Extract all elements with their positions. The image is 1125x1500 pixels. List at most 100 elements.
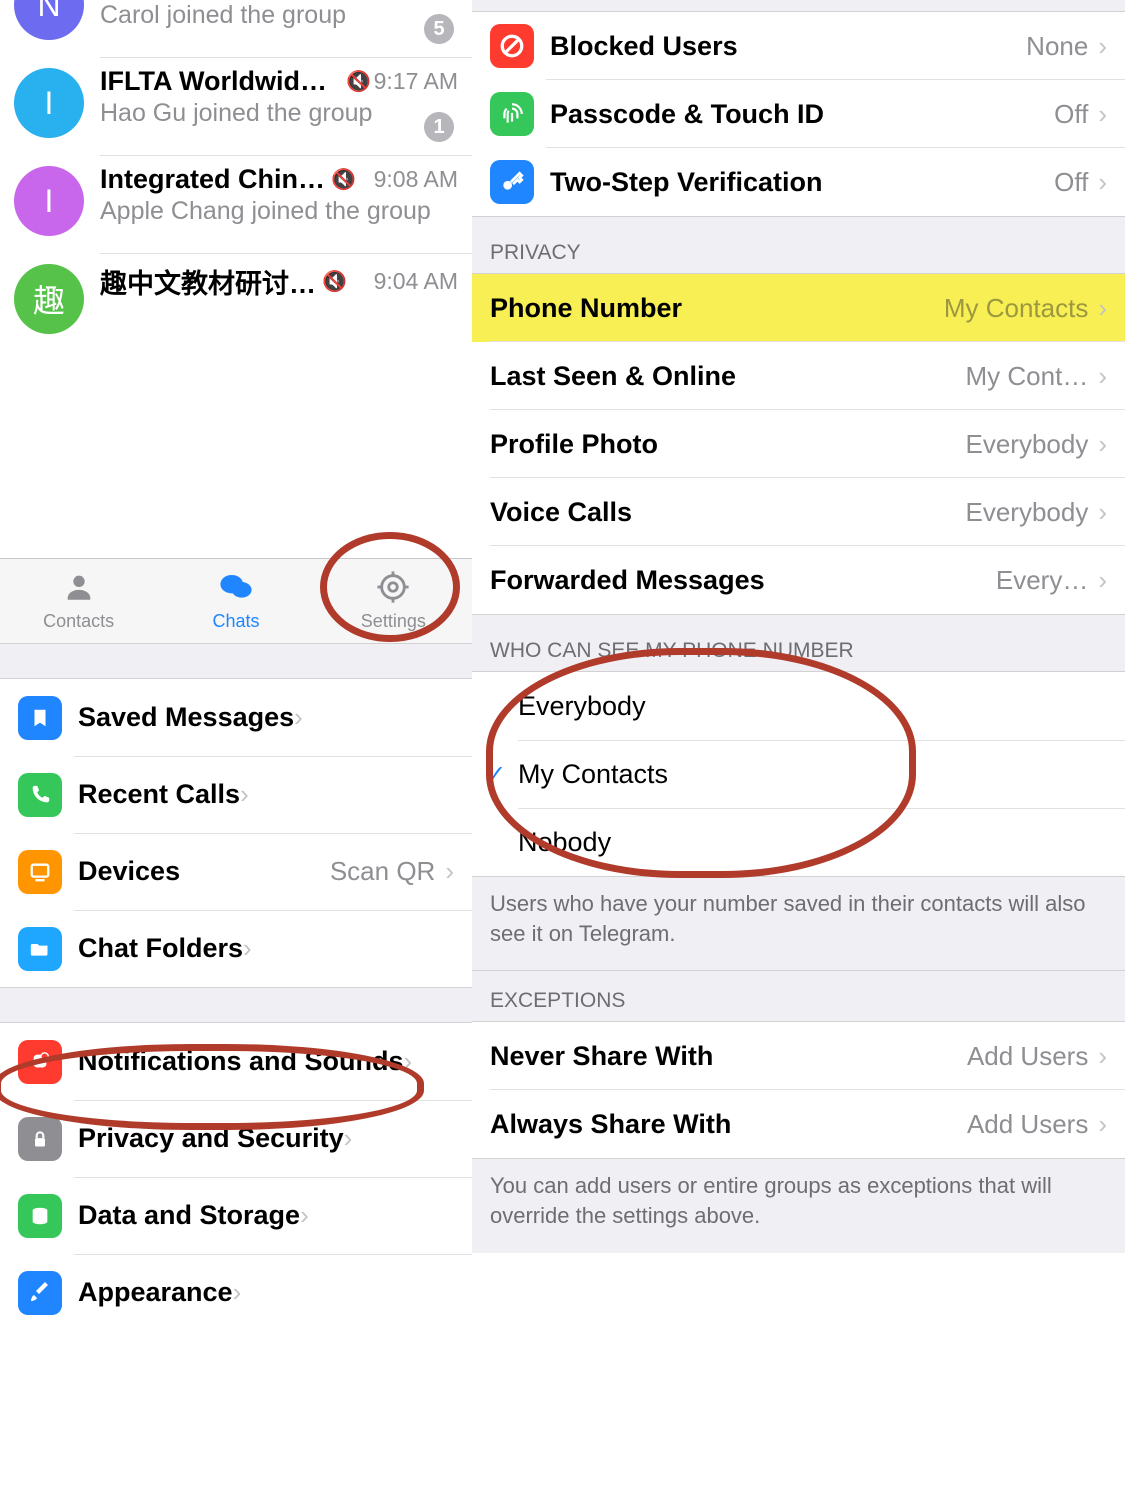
row-phone-number[interactable]: Phone Number My Contacts › [472, 274, 1125, 342]
row-saved-messages[interactable]: Saved Messages › [0, 679, 472, 756]
muted-icon: 🔇 [322, 269, 347, 294]
chat-title: IFLTA Worldwide… [100, 66, 340, 97]
chat-time: 9:08 AM [374, 166, 458, 193]
privacy-settings-panel: Blocked Users None › Passcode & Touch ID… [472, 0, 1125, 1500]
section-header-privacy: PRIVACY [472, 216, 1125, 274]
chevron-right-icon: › [1098, 565, 1107, 596]
chevron-right-icon: › [243, 933, 252, 964]
row-value: Add Users [967, 1109, 1088, 1140]
tab-label: Settings [361, 611, 426, 632]
row-value: None [1026, 31, 1088, 62]
lock-icon [18, 1117, 62, 1161]
chat-subtitle: Apple Chang joined the group [100, 197, 458, 226]
person-icon [62, 570, 96, 609]
row-blocked-users[interactable]: Blocked Users None › [472, 12, 1125, 80]
row-profile-photo[interactable]: Profile Photo Everybody › [472, 410, 1125, 478]
choice-my-contacts[interactable]: ✓ My Contacts [472, 740, 1125, 808]
choice-nobody[interactable]: Nobody [472, 808, 1125, 876]
row-voice-calls[interactable]: Voice Calls Everybody › [472, 478, 1125, 546]
chat-time: 9:04 AM [374, 268, 458, 295]
chat-time: 9:17 AM [374, 68, 458, 95]
row-label: Chat Folders [78, 933, 243, 964]
choice-everybody[interactable]: Everybody [472, 672, 1125, 740]
chevron-right-icon: › [233, 1277, 242, 1308]
row-value: Add Users [967, 1041, 1088, 1072]
row-recent-calls[interactable]: Recent Calls › [0, 756, 472, 833]
checkmark-icon: ✓ [486, 760, 506, 789]
chevron-right-icon: › [1098, 293, 1107, 324]
chevron-right-icon: › [1098, 1109, 1107, 1140]
row-chat-folders[interactable]: Chat Folders › [0, 910, 472, 987]
chevron-right-icon: › [294, 702, 303, 733]
row-passcode[interactable]: Passcode & Touch ID Off › [472, 80, 1125, 148]
row-label: Phone Number [490, 293, 682, 324]
row-label: Two-Step Verification [550, 167, 823, 198]
tab-bar: Contacts Chats Settings [0, 558, 472, 643]
row-value: Everybody [965, 497, 1088, 528]
tab-chats[interactable]: Chats [157, 559, 314, 643]
chat-row[interactable]: I IFLTA Worldwide… 🔇 9:17 AM Hao Gu join… [0, 58, 472, 156]
chevron-right-icon: › [404, 1046, 413, 1077]
tab-contacts[interactable]: Contacts [0, 559, 157, 643]
monitor-icon [18, 850, 62, 894]
row-label: Voice Calls [490, 497, 632, 528]
row-notifications[interactable]: Notifications and Sounds › [0, 1023, 472, 1100]
gear-icon [376, 570, 410, 609]
row-appearance[interactable]: Appearance › [0, 1254, 472, 1331]
chats-icon [218, 570, 254, 609]
chevron-right-icon: › [1098, 429, 1107, 460]
tab-label: Contacts [43, 611, 114, 632]
key-icon [490, 160, 534, 204]
row-always-share[interactable]: Always Share With Add Users › [472, 1090, 1125, 1158]
row-label: Never Share With [490, 1041, 713, 1072]
avatar: 趣 [14, 264, 84, 334]
row-value: Every… [996, 565, 1088, 596]
chevron-right-icon: › [1098, 31, 1107, 62]
tab-settings[interactable]: Settings [315, 559, 472, 643]
row-label: Appearance [78, 1277, 233, 1308]
avatar: I [14, 68, 84, 138]
row-privacy-security[interactable]: Privacy and Security › [0, 1100, 472, 1177]
tab-label: Chats [212, 611, 259, 632]
row-data-storage[interactable]: Data and Storage › [0, 1177, 472, 1254]
chevron-right-icon: › [1098, 361, 1107, 392]
row-value: Scan QR [330, 856, 436, 887]
row-value: Off [1054, 99, 1088, 130]
chevron-right-icon: › [1098, 167, 1107, 198]
row-label: Last Seen & Online [490, 361, 736, 392]
chat-row[interactable]: I Integrated Chin… 🔇 9:08 AM Apple Chang… [0, 156, 472, 254]
muted-icon: 🔇 [346, 69, 371, 94]
fingerprint-icon [490, 92, 534, 136]
chevron-right-icon: › [1098, 99, 1107, 130]
database-icon [18, 1194, 62, 1238]
bell-icon [18, 1040, 62, 1084]
row-value: My Cont… [966, 361, 1089, 392]
row-two-step[interactable]: Two-Step Verification Off › [472, 148, 1125, 216]
row-label: Devices [78, 856, 180, 887]
chat-subtitle: Carol joined the group [100, 1, 458, 30]
chat-row[interactable]: N NCLC/CLTA SIG… 🔇 9:33 AM Carol joined … [0, 0, 472, 58]
row-forwarded-messages[interactable]: Forwarded Messages Every… › [472, 546, 1125, 614]
row-label: Profile Photo [490, 429, 658, 460]
chevron-right-icon: › [344, 1123, 353, 1154]
chevron-right-icon: › [240, 779, 249, 810]
settings-list: Saved Messages › Recent Calls › Devices … [0, 643, 472, 1331]
row-devices[interactable]: Devices Scan QR › [0, 833, 472, 910]
row-never-share[interactable]: Never Share With Add Users › [472, 1022, 1125, 1090]
folder-icon [18, 927, 62, 971]
row-label: Forwarded Messages [490, 565, 765, 596]
row-label: Recent Calls [78, 779, 240, 810]
brush-icon [18, 1271, 62, 1315]
row-label: Data and Storage [78, 1200, 300, 1231]
chevron-right-icon: › [300, 1200, 309, 1231]
row-last-seen[interactable]: Last Seen & Online My Cont… › [472, 342, 1125, 410]
row-value: Everybody [965, 429, 1088, 460]
row-value: Off [1054, 167, 1088, 198]
row-label: Passcode & Touch ID [550, 99, 824, 130]
chevron-right-icon: › [1098, 497, 1107, 528]
chat-subtitle: Hao Gu joined the group [100, 99, 458, 128]
row-label: Saved Messages [78, 702, 294, 733]
chat-title: Integrated Chin… [100, 164, 325, 195]
chat-row[interactable]: 趣 趣中文教材研讨… 🔇 9:04 AM [0, 254, 472, 352]
avatar: I [14, 166, 84, 236]
